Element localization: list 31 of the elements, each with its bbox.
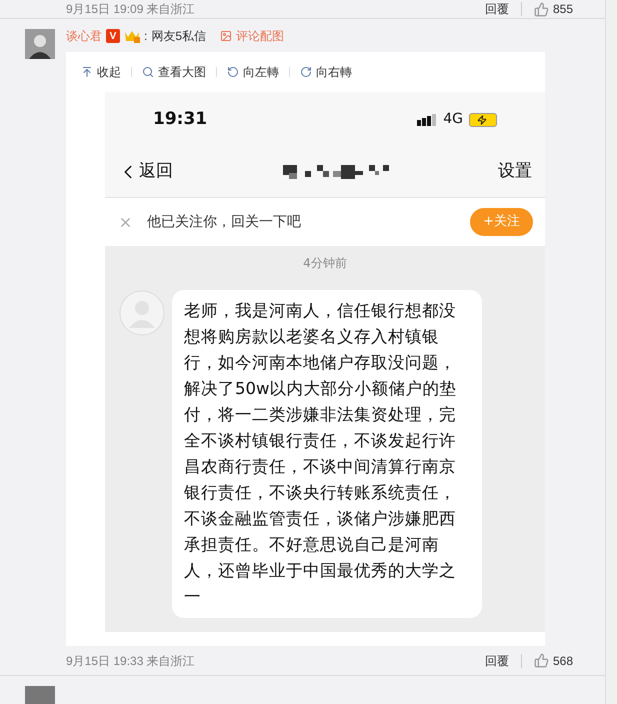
settings-link[interactable]: 设置 [498,159,532,185]
signal-icon [417,114,438,126]
comment-time: 9月15日 19:09 来自浙江 [66,1,195,18]
comment-time: 9月15日 19:33 来自浙江 [66,652,195,670]
message-link[interactable]: 网友5私信 [151,27,206,45]
crown-icon [124,29,140,43]
follow-hint: 他已关注你，回关一下吧 [147,212,301,232]
message-time: 4分钟前 [303,255,347,272]
separator: : [144,28,148,45]
avatar [25,29,55,59]
clock: 19:31 [153,108,208,131]
rotate-left-icon [227,66,239,78]
like-button[interactable]: 855 [534,0,573,18]
image-tool-button[interactable]: 向左轉 [227,63,279,81]
message-bubble: 老师，我是河南人，信任银行想都没想将购房款以老婆名义存入村镇银行，如今河南本地储户存取没问题，解决了50w以内大部分小额储户的垫付，将一二类涉嫌非法集资处理，完全不谈村镇银行责任，不谈发起行许昌农商行责任，不谈中间清算行南京银行责任，不谈央行转账系统责任，不谈金融监管责任，谈储户涉嫌肥西承担责任。不好意思说自己是河南人，还曾毕业于中国最优秀的大学之一 [172,290,482,618]
image-tool-button[interactable]: 向右轉 [300,63,352,81]
rotate-right-icon [300,66,312,78]
image-tool-button[interactable]: 查看大图 [142,63,206,81]
like-button[interactable]: 568 [534,652,573,670]
thumbs-up-icon [534,2,549,16]
reply-link[interactable]: 回覆 [484,652,509,670]
thumbs-up-icon [534,653,549,668]
search-icon [142,66,154,78]
verified-badge: V [106,29,120,43]
back-button[interactable]: 返回 [117,159,173,185]
reply-link[interactable]: 回覆 [484,0,509,18]
image-icon [220,30,232,42]
battery-icon [469,112,497,126]
collapse-icon [81,66,93,78]
network-label: 4G [443,110,463,129]
image-tool-button[interactable]: 收起 [81,63,121,81]
